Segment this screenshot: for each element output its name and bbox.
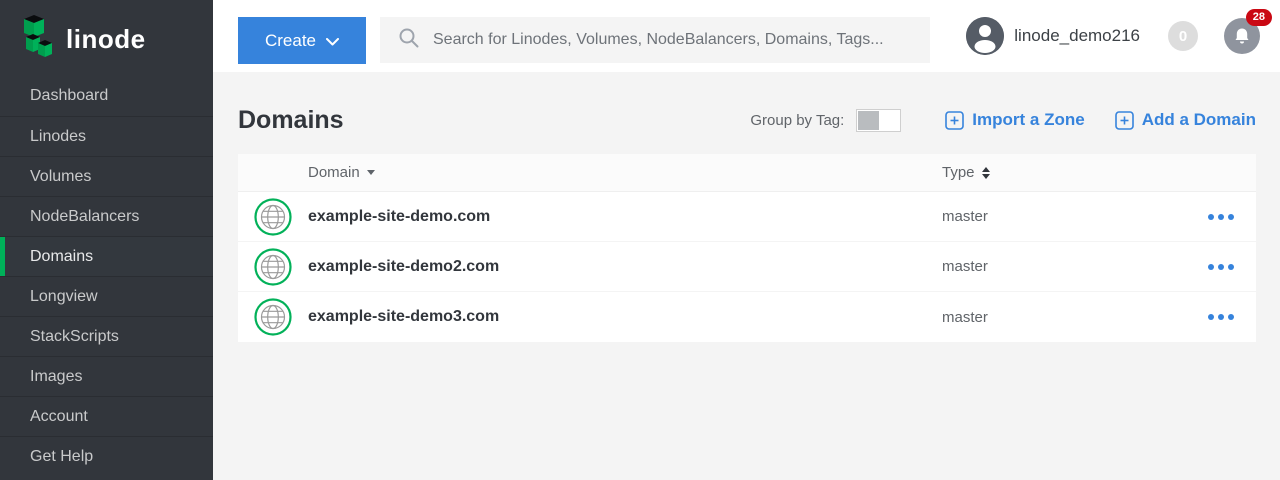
sidebar-item-get-help[interactable]: Get Help (0, 436, 213, 476)
sidebar-item-images[interactable]: Images (0, 356, 213, 396)
avatar[interactable] (966, 17, 1004, 55)
table-header: Domain Type (238, 154, 1256, 192)
domain-type: master (942, 258, 1186, 275)
sort-both-icon (982, 167, 990, 179)
linode-logo[interactable]: linode (0, 0, 213, 76)
row-actions-menu[interactable] (1186, 264, 1256, 270)
sidebar-nav: Dashboard Linodes Volumes NodeBalancers … (0, 76, 213, 476)
global-search (380, 17, 930, 63)
globe-icon (238, 248, 308, 286)
sidebar-item-domains[interactable]: Domains (0, 236, 213, 276)
import-a-zone-label: Import a Zone (972, 110, 1084, 130)
chevron-down-icon (326, 31, 339, 51)
main-content: Domains Group by Tag: Import a Zone Add … (213, 72, 1280, 480)
group-by-tag-toggle[interactable] (856, 109, 901, 132)
add-a-domain-label: Add a Domain (1142, 110, 1256, 130)
domain-type: master (942, 208, 1186, 225)
search-icon (398, 27, 420, 54)
add-a-domain-link[interactable]: Add a Domain (1115, 110, 1256, 130)
sidebar: linode Dashboard Linodes Volumes NodeBal… (0, 0, 213, 480)
table-row[interactable]: example-site-demo.com master (238, 192, 1256, 242)
toggle-knob (858, 111, 879, 130)
column-header-domain[interactable]: Domain (308, 164, 942, 181)
sidebar-item-nodebalancers[interactable]: NodeBalancers (0, 196, 213, 236)
logo-text: linode (66, 24, 146, 55)
domain-name: example-site-demo3.com (308, 308, 942, 326)
sidebar-item-dashboard[interactable]: Dashboard (0, 76, 213, 116)
create-button[interactable]: Create (238, 17, 366, 64)
topbar-right: linode_demo216 0 28 (966, 0, 1260, 72)
sidebar-item-linodes[interactable]: Linodes (0, 116, 213, 156)
domain-name: example-site-demo2.com (308, 258, 942, 276)
domains-table: Domain Type example-site-demo.com master… (238, 154, 1256, 342)
page-title: Domains (238, 106, 344, 135)
domain-type: master (942, 309, 1186, 326)
globe-icon (238, 298, 308, 336)
sidebar-item-longview[interactable]: Longview (0, 276, 213, 316)
notification-count-badge: 28 (1246, 9, 1272, 26)
sidebar-item-volumes[interactable]: Volumes (0, 156, 213, 196)
notifications-button[interactable]: 28 (1224, 18, 1260, 54)
column-header-type[interactable]: Type (942, 164, 1186, 181)
create-button-label: Create (265, 31, 316, 51)
linode-logo-icon (18, 13, 56, 64)
row-actions-menu[interactable] (1186, 314, 1256, 320)
topbar: Create linode_demo216 0 28 (213, 0, 1280, 72)
globe-icon (238, 198, 308, 236)
username[interactable]: linode_demo216 (1014, 26, 1140, 46)
sort-desc-icon (367, 170, 375, 175)
search-input[interactable] (433, 31, 930, 49)
plus-icon (945, 111, 964, 130)
table-row[interactable]: example-site-demo3.com master (238, 292, 1256, 342)
sidebar-item-account[interactable]: Account (0, 396, 213, 436)
table-row[interactable]: example-site-demo2.com master (238, 242, 1256, 292)
row-actions-menu[interactable] (1186, 214, 1256, 220)
plus-icon (1115, 111, 1134, 130)
group-by-tag-label: Group by Tag: (750, 112, 844, 129)
sidebar-item-stackscripts[interactable]: StackScripts (0, 316, 213, 356)
pending-count-badge[interactable]: 0 (1168, 21, 1198, 51)
import-a-zone-link[interactable]: Import a Zone (945, 110, 1084, 130)
domain-name: example-site-demo.com (308, 208, 942, 226)
